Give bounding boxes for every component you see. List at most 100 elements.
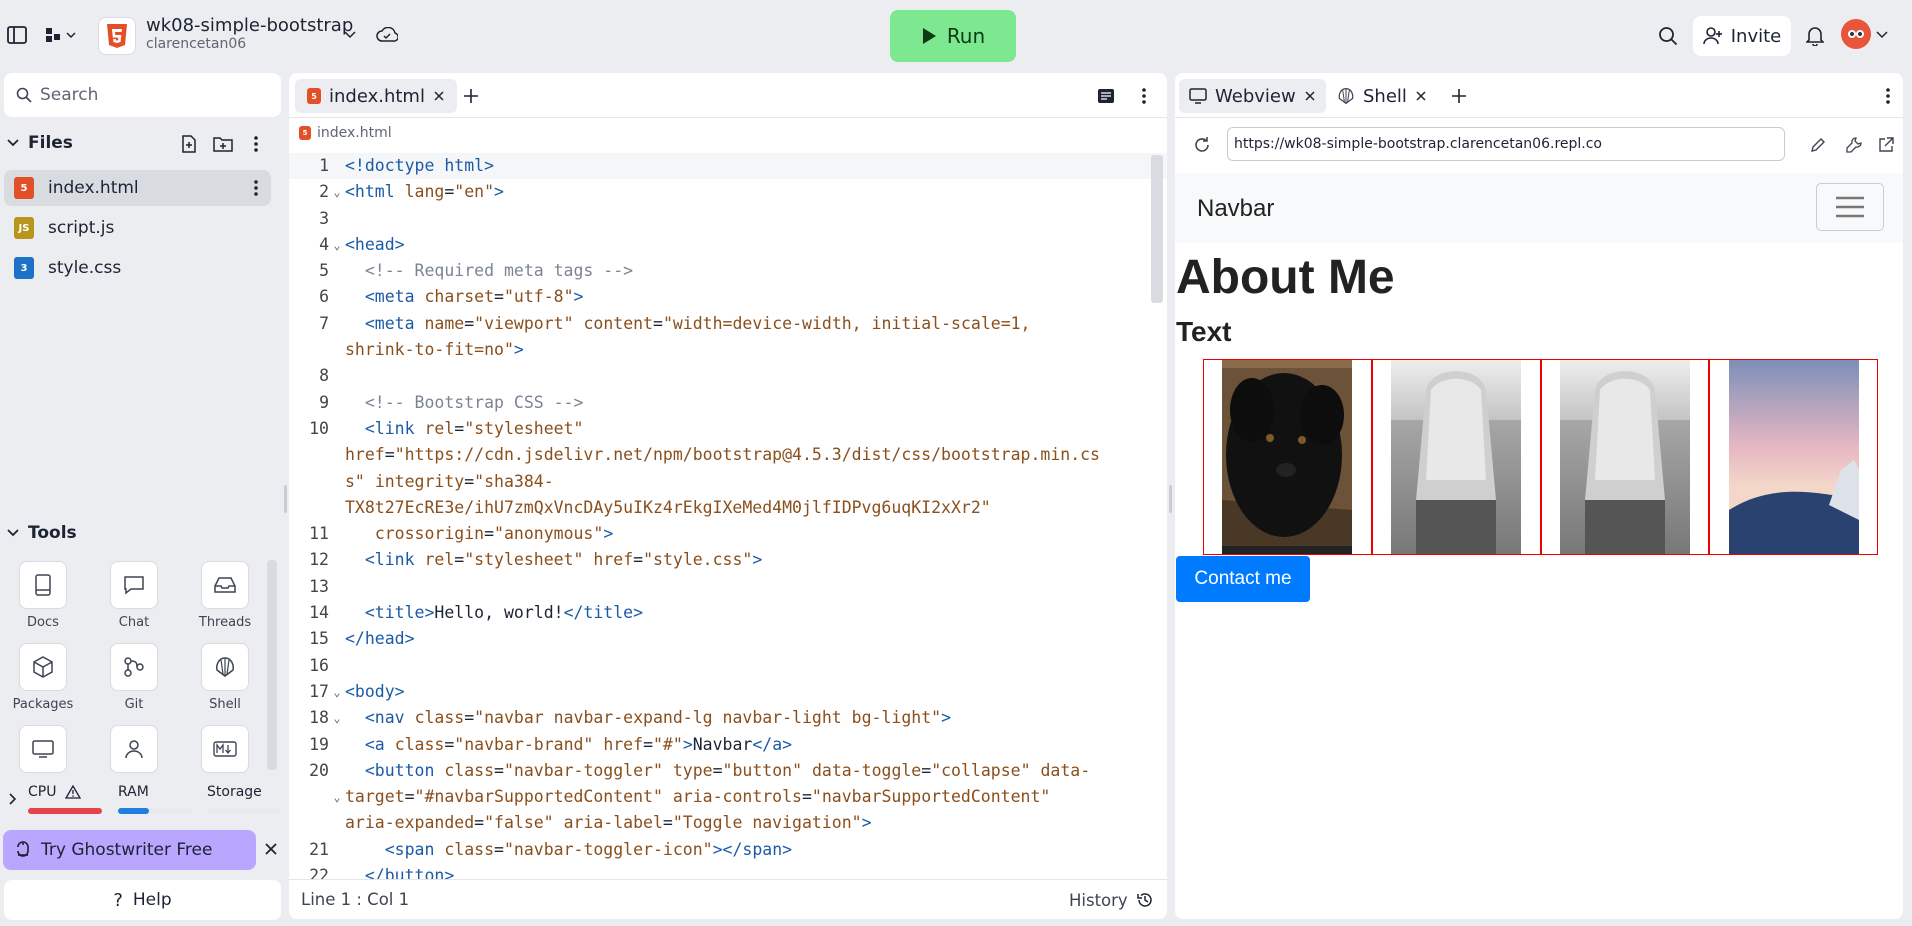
tools-header: Tools bbox=[0, 520, 280, 548]
close-icon[interactable] bbox=[1415, 90, 1427, 102]
tool-label: Threads bbox=[198, 615, 252, 630]
file-item-index-html[interactable]: 5 index.html bbox=[4, 170, 271, 206]
breadcrumb-file: index.html bbox=[317, 125, 392, 141]
file-name: index.html bbox=[48, 178, 139, 198]
refresh-icon[interactable] bbox=[1191, 134, 1213, 156]
pane-resize-handle[interactable] bbox=[1169, 485, 1172, 513]
code-line: 7 <meta name="viewport" content="width=d… bbox=[319, 313, 1031, 333]
bell-icon[interactable] bbox=[1804, 24, 1826, 48]
resources-panel: CPU RAM Storage bbox=[0, 776, 281, 820]
tab-label: Webview bbox=[1215, 85, 1296, 107]
tools-row-partial bbox=[3, 725, 273, 773]
webview-preview: Navbar About Me Text Contact me bbox=[1175, 173, 1903, 919]
edit-icon[interactable] bbox=[1807, 134, 1829, 156]
file-options-icon[interactable] bbox=[250, 178, 262, 198]
close-icon[interactable] bbox=[1304, 90, 1316, 102]
play-icon bbox=[922, 28, 936, 44]
external-link-icon[interactable] bbox=[1875, 134, 1897, 156]
code-line: 1 <!doctype html> bbox=[289, 153, 1167, 180]
girl-photo bbox=[1559, 360, 1690, 554]
preview-image-gallery bbox=[1203, 359, 1878, 555]
new-file-icon[interactable] bbox=[178, 133, 200, 155]
new-tab-icon[interactable] bbox=[459, 84, 483, 108]
tab-index-html[interactable]: 5 index.html bbox=[295, 79, 457, 113]
tools-scrollbar[interactable] bbox=[267, 560, 277, 770]
chevron-down-icon[interactable] bbox=[6, 136, 20, 150]
tools-title: Tools bbox=[28, 523, 77, 543]
code-line: ⌄ target="#navbarSupportedContent" aria-c… bbox=[333, 787, 1051, 807]
code-line: 10 <link rel="stylesheet" bbox=[309, 418, 584, 438]
cpu-label: CPU bbox=[28, 784, 57, 800]
chevron-down-icon[interactable] bbox=[6, 526, 20, 540]
ghostwriter-banner[interactable]: Try Ghostwriter Free bbox=[3, 830, 256, 870]
new-folder-icon[interactable] bbox=[212, 133, 234, 155]
url-input[interactable]: https://wk08-simple-bootstrap.clarenceta… bbox=[1227, 127, 1785, 161]
contact-me-button[interactable]: Contact me bbox=[1176, 556, 1310, 602]
tool-docs[interactable]: Docs bbox=[3, 561, 83, 641]
more-options-icon[interactable] bbox=[1881, 86, 1895, 106]
editor-scrollbar[interactable] bbox=[1151, 155, 1163, 303]
wrench-icon[interactable] bbox=[1843, 134, 1865, 156]
layout-icon[interactable] bbox=[1095, 86, 1117, 106]
chevron-right-icon[interactable] bbox=[6, 792, 18, 806]
navbar-brand[interactable]: Navbar bbox=[1197, 195, 1274, 223]
tool-shell[interactable]: Shell bbox=[185, 643, 265, 723]
tab-webview[interactable]: Webview bbox=[1179, 79, 1326, 113]
file-name: script.js bbox=[48, 218, 115, 238]
add-user-icon bbox=[1702, 27, 1722, 45]
cursor-position[interactable]: Line 1 : Col 1 bbox=[301, 890, 409, 909]
ghostwriter-label: Try Ghostwriter Free bbox=[41, 840, 213, 860]
url-text: https://wk08-simple-bootstrap.clarenceta… bbox=[1234, 136, 1602, 152]
tool-packages[interactable]: Packages bbox=[3, 643, 83, 723]
code-line: 15 </head> bbox=[309, 629, 415, 649]
code-line: 6 <meta charset="utf-8"> bbox=[319, 287, 584, 307]
workspace-menu-icon[interactable] bbox=[40, 24, 80, 46]
markdown-icon[interactable] bbox=[201, 725, 249, 773]
account-chevron-icon[interactable] bbox=[1876, 30, 1888, 40]
run-button[interactable]: Run bbox=[890, 10, 1016, 62]
gallery-cell bbox=[1203, 359, 1372, 555]
tool-git[interactable]: Git bbox=[94, 643, 174, 723]
landscape-photo bbox=[1728, 360, 1859, 554]
code-line: aria-expanded="false" aria-label="Toggle… bbox=[345, 813, 872, 833]
more-options-icon[interactable] bbox=[248, 133, 264, 155]
search-icon[interactable] bbox=[1656, 24, 1680, 48]
repl-name[interactable]: wk08-simple-bootstrap bbox=[146, 15, 353, 36]
invite-button[interactable]: Invite bbox=[1693, 16, 1791, 56]
file-item-script-js[interactable]: JS script.js bbox=[4, 210, 271, 246]
code-line: 17 ⌄ <body> bbox=[309, 681, 405, 701]
code-line: 8 bbox=[319, 366, 329, 386]
tab-shell[interactable]: Shell bbox=[1327, 79, 1437, 113]
panel-resize-handle[interactable] bbox=[284, 485, 287, 513]
code-line: 5 <!-- Required meta tags --> bbox=[319, 261, 634, 281]
code-line: 12 <link rel="stylesheet" href="style.cs… bbox=[309, 550, 763, 570]
preview-subheading: Text bbox=[1176, 316, 1232, 347]
tool-label: Shell bbox=[209, 697, 241, 712]
more-options-icon[interactable] bbox=[1137, 86, 1151, 106]
breadcrumb[interactable]: 5 index.html bbox=[299, 125, 392, 141]
monitor-icon[interactable] bbox=[19, 725, 67, 773]
code-area[interactable]: 1 <!doctype html> 2 ⌄ <html lang="en"> 3 4 ⌄… bbox=[289, 153, 1167, 879]
close-icon[interactable] bbox=[262, 840, 280, 858]
tool-threads[interactable]: Threads bbox=[185, 561, 265, 641]
book-icon bbox=[35, 574, 51, 596]
code-line: s" integrity="sha384- bbox=[345, 471, 554, 491]
code-line: 13 bbox=[309, 576, 329, 596]
code-line: 19 <a class="navbar-brand" href="#">Navb… bbox=[309, 734, 793, 754]
help-button[interactable]: ? Help bbox=[4, 880, 281, 920]
file-item-style-css[interactable]: 3 style.css bbox=[4, 250, 271, 286]
history-button[interactable]: History bbox=[1069, 888, 1154, 912]
navbar-toggler[interactable] bbox=[1816, 183, 1884, 231]
dog-photo bbox=[1222, 360, 1353, 554]
close-icon[interactable] bbox=[433, 90, 445, 102]
gallery-cell bbox=[1709, 359, 1878, 555]
sidebar-toggle-icon[interactable] bbox=[6, 24, 28, 46]
user-icon[interactable] bbox=[110, 725, 158, 773]
new-tab-icon[interactable] bbox=[1447, 84, 1471, 108]
tool-chat[interactable]: Chat bbox=[94, 561, 174, 641]
search-input[interactable]: Search bbox=[4, 73, 281, 117]
ram-label: RAM bbox=[118, 784, 149, 800]
avatar[interactable] bbox=[1841, 19, 1871, 49]
chevron-down-icon[interactable] bbox=[343, 28, 357, 42]
tab-label: index.html bbox=[329, 85, 425, 107]
